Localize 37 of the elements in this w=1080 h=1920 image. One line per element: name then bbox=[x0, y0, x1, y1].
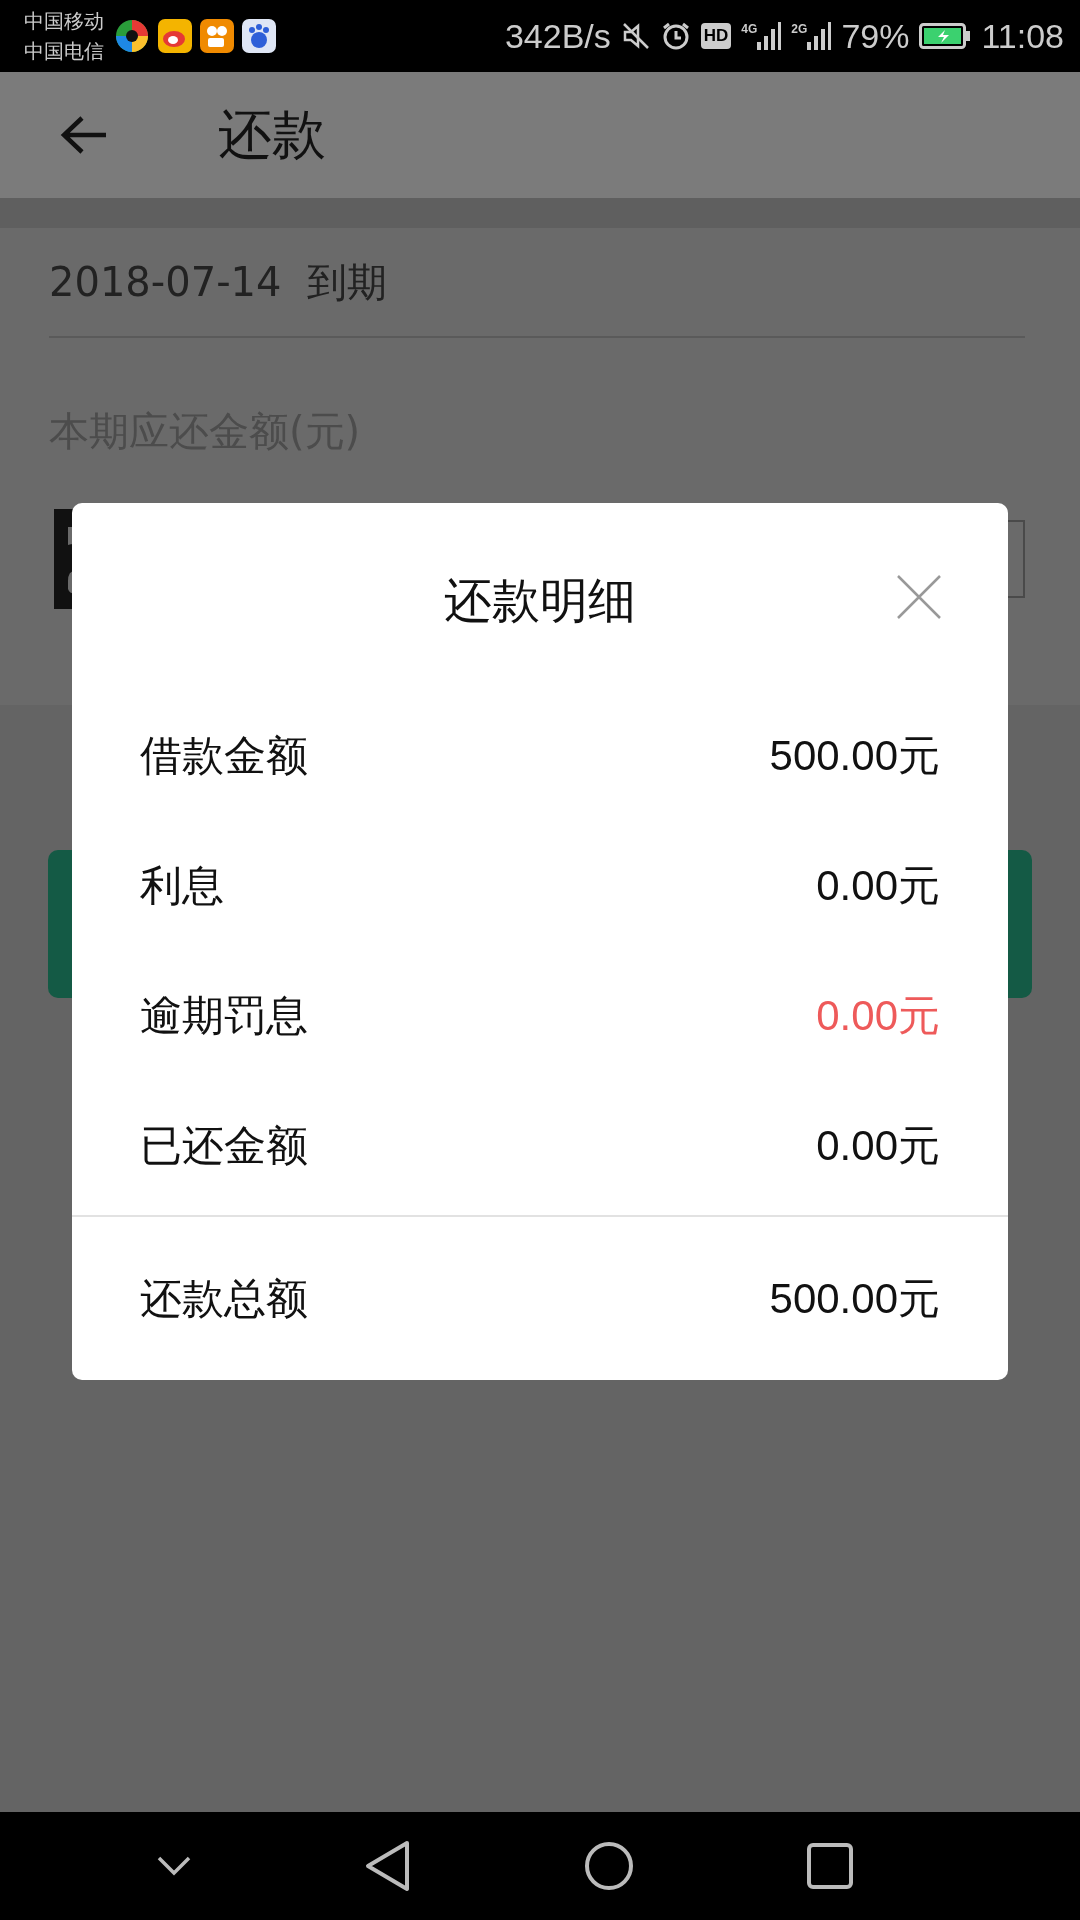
detail-label: 逾期罚息 bbox=[140, 990, 308, 1042]
total-value: 500.00元 bbox=[769, 1273, 940, 1324]
network-type: 4G bbox=[741, 22, 758, 36]
battery-percent: 79% bbox=[841, 16, 910, 56]
app-icon bbox=[200, 19, 234, 53]
back-icon[interactable] bbox=[60, 115, 108, 155]
back-nav-icon[interactable] bbox=[364, 1840, 411, 1892]
battery-icon bbox=[919, 23, 972, 49]
home-nav-icon[interactable] bbox=[583, 1841, 634, 1891]
clock: 11:08 bbox=[981, 16, 1064, 56]
signal-icon bbox=[757, 22, 782, 50]
mute-icon bbox=[620, 21, 651, 51]
detail-value: 0.00元 bbox=[816, 861, 940, 911]
dialog-title: 还款明细 bbox=[444, 571, 636, 630]
network-type: 2G bbox=[791, 22, 808, 36]
due-label: 到期 bbox=[307, 257, 388, 307]
page-title: 还款 bbox=[218, 101, 326, 168]
detail-label: 借款金额 bbox=[140, 730, 308, 782]
detail-label: 利息 bbox=[140, 860, 224, 912]
carrier-name: 中国电信 bbox=[24, 38, 104, 65]
due-date: 2018-07-14 bbox=[49, 259, 282, 305]
recents-nav-icon[interactable] bbox=[807, 1843, 854, 1889]
detail-value: 500.00元 bbox=[769, 731, 940, 781]
carrier-name: 中国移动 bbox=[24, 8, 104, 35]
app-icon bbox=[114, 18, 150, 54]
alarm-icon bbox=[660, 21, 691, 51]
network-speed: 342B/s bbox=[504, 16, 611, 56]
signal-icon bbox=[807, 22, 832, 50]
app-icon bbox=[242, 19, 276, 53]
total-label: 还款总额 bbox=[140, 1272, 308, 1325]
detail-value: 0.00元 bbox=[816, 991, 940, 1041]
hd-badge: HD bbox=[700, 23, 732, 49]
collapse-icon[interactable] bbox=[156, 1856, 191, 1876]
app-icon bbox=[158, 19, 192, 53]
close-icon[interactable] bbox=[896, 574, 942, 620]
detail-label: 已还金额 bbox=[140, 1120, 308, 1172]
detail-value: 0.00元 bbox=[816, 1121, 940, 1171]
